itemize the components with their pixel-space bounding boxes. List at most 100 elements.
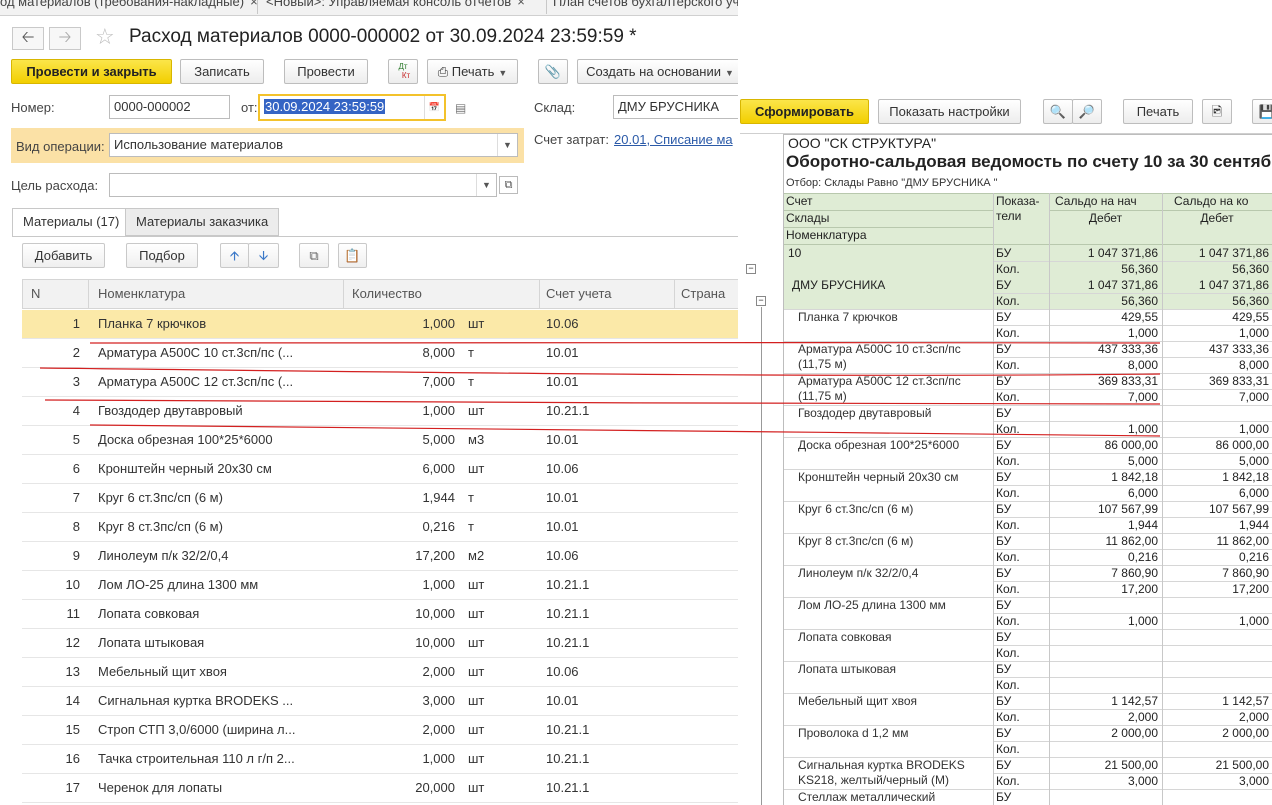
search-next-button[interactable]: 🔎 <box>1072 99 1102 124</box>
post-and-close-button[interactable]: Провести и закрыть <box>11 59 172 84</box>
save-report-button[interactable]: 💾 <box>1252 99 1272 124</box>
col-account-header[interactable]: Счет учета <box>539 280 674 309</box>
kol-label: Кол. <box>996 518 1020 532</box>
chevron-down-icon[interactable]: ▼ <box>476 174 496 196</box>
chevron-down-icon[interactable]: ▼ <box>497 134 517 156</box>
col-name-header[interactable]: Номенклатура <box>88 280 343 309</box>
col-country-header[interactable]: Страна <box>674 280 738 309</box>
pick-button[interactable]: Подбор <box>126 243 198 268</box>
forward-button[interactable]: 🡢 <box>49 27 81 50</box>
tab-customer-materials[interactable]: Материалы заказчика <box>125 208 280 236</box>
number-field[interactable]: 0000-000002 <box>109 95 230 119</box>
close-icon[interactable]: × <box>517 0 525 9</box>
col-n-header[interactable]: N <box>22 280 88 309</box>
move-down-button[interactable]: 🡫 <box>248 243 279 268</box>
tab-materials[interactable]: Материалы (17) <box>12 208 131 237</box>
purpose-field[interactable]: ▼ <box>109 173 497 197</box>
collapse-icon[interactable]: − <box>756 296 766 306</box>
table-row[interactable]: 12 Лопата штыковая 10,000 шт 10.21.1 <box>22 629 738 658</box>
row-number: 11 <box>66 606 81 621</box>
table-row[interactable]: 13 Мебельный щит хвоя 2,000 шт 10.06 <box>22 658 738 687</box>
row-quantity: 0,216 <box>422 519 455 534</box>
table-row[interactable]: 10 Лом ЛО-25 длина 1300 мм 1,000 шт 10.21.1 <box>22 571 738 600</box>
table-row[interactable]: 16 Тачка строительная 110 л г/п 2... 1,000… <box>22 745 738 774</box>
tab-chart-of-accounts[interactable]: План счетов бухгалтерского уч <box>549 0 738 14</box>
cost-account-link[interactable]: 20.01, Списание ма <box>614 132 733 147</box>
table-row[interactable]: 2 Арматура А500С 10 ст.3сп/пс (... 8,000 т 1… <box>22 339 738 368</box>
move-up-button[interactable]: 🡩 <box>220 243 249 268</box>
header-saldo-start: Сальдо на нач <box>1055 194 1137 208</box>
saldo-start-kol: 0,216 <box>1127 550 1158 564</box>
grid-line <box>1049 210 1272 211</box>
add-button[interactable]: Добавить <box>22 243 105 268</box>
table-row[interactable]: 4 Гвоздодер двутавровый 1,000 шт 10.21.1 <box>22 397 738 426</box>
table-row[interactable]: 1 Планка 7 крючков 1,000 шт 10.06 <box>22 310 738 339</box>
row-nomenclature: Мебельный щит хвоя <box>98 664 227 679</box>
saldo-end-kol: 2,000 <box>1238 710 1269 724</box>
row-unit: шт <box>468 403 485 418</box>
bu-label: БУ <box>996 534 1012 548</box>
copy-button[interactable]: ⧉ <box>299 243 329 268</box>
saldo-end-kol: 6,000 <box>1238 486 1269 500</box>
saldo-end-bu: 107 567,99 <box>1208 502 1269 516</box>
print-button[interactable]: ⎙ Печать ▼ <box>427 59 518 84</box>
search-button[interactable]: 🔍 <box>1043 99 1073 124</box>
table-row[interactable]: 9 Линолеум п/к 32/2/0,4 17,200 м2 10.06 <box>22 542 738 571</box>
table-row[interactable]: 5 Доска обрезная 100*25*6000 5,000 м3 10.01 <box>22 426 738 455</box>
close-icon[interactable]: × <box>250 0 257 9</box>
calendar-icon[interactable]: 📅 <box>424 96 444 119</box>
table-row[interactable]: 6 Кронштейн черный 20х30 см 6,000 шт 10.06 <box>22 455 738 484</box>
operation-type-select[interactable]: Использование материалов ▼ <box>109 133 518 157</box>
table-row[interactable]: 14 Сигнальная куртка BRODEKS ... 3,000 шт 10… <box>22 687 738 716</box>
row-unit: т <box>468 519 474 534</box>
tab-materials-expense[interactable]: од материалов (требования-накладные) × <box>0 0 258 14</box>
table-row[interactable]: 7 Круг 6 ст.3пс/сп (6 м) 1,944 т 10.01 <box>22 484 738 513</box>
kol-label: Кол. <box>996 486 1020 500</box>
show-settings-button[interactable]: Показать настройки <box>878 99 1021 124</box>
attach-button[interactable]: 📎 <box>538 59 568 84</box>
post-button[interactable]: Провести <box>284 59 368 84</box>
list-icon[interactable]: ▤ <box>455 101 466 115</box>
preview-button[interactable]: 🖻 <box>1202 99 1232 124</box>
table-row[interactable]: 8 Круг 8 ст.3пс/сп (6 м) 0,216 т 10.01 <box>22 513 738 542</box>
saldo-end-bu <box>1162 790 1269 805</box>
tab-report-console[interactable]: <Новый>: Управляемая консоль отчетов × <box>262 0 547 14</box>
date-field[interactable]: 30.09.2024 23:59:59 📅 <box>258 94 446 121</box>
favorite-star-icon[interactable]: ☆ <box>95 24 115 50</box>
back-button[interactable]: 🡠 <box>12 27 44 50</box>
grid-line <box>993 709 1272 710</box>
table-row[interactable]: 15 Строп СТП 3,0/6000 (ширина л... 2,000 шт… <box>22 716 738 745</box>
report-window: Сформировать Показать настройки 🔍 🔎 Печа… <box>738 0 1272 805</box>
row-account: 10.01 <box>546 432 579 447</box>
saldo-start-kol: 1,000 <box>1127 614 1158 628</box>
saldo-end-bu: 86 000,00 <box>1215 438 1269 452</box>
report-print-button[interactable]: Печать <box>1123 99 1193 124</box>
create-based-on-button[interactable]: Создать на основании ▼ <box>577 59 738 84</box>
collapse-icon[interactable]: − <box>746 264 756 274</box>
dt-kt-button[interactable]: Дт Кт <box>388 59 418 84</box>
row-account: 10.21.1 <box>546 722 590 737</box>
table-row[interactable]: 17 Черенок для лопаты 20,000 шт 10.21.1 <box>22 774 738 803</box>
table-row[interactable]: 3 Арматура А500С 12 ст.3сп/пс (... 7,000 т 1… <box>22 368 738 397</box>
copy-icon: ⧉ <box>309 248 319 263</box>
row-number: 8 <box>72 519 80 534</box>
saldo-end-kol: 1,000 <box>1238 614 1269 628</box>
row-account: 10.21.1 <box>546 780 590 795</box>
saldo-start-bu <box>1049 406 1158 421</box>
grid-line <box>993 293 1272 294</box>
generate-button[interactable]: Сформировать <box>740 99 869 124</box>
saldo-start-kol <box>1049 646 1158 661</box>
bu-label: БУ <box>996 598 1012 612</box>
col-qty-header[interactable]: Количество <box>343 280 468 309</box>
warehouse-field[interactable]: ДМУ БРУСНИКА <box>613 95 738 119</box>
saldo-start-bu: 369 833,31 <box>1097 374 1158 388</box>
paste-button[interactable]: 📋 <box>338 243 367 268</box>
report-row-name: Сигнальная куртка BRODEKS KS218, желтый/… <box>798 758 965 787</box>
report-row-name: Доска обрезная 100*25*6000 <box>798 438 960 452</box>
open-icon[interactable]: ⧉ <box>499 176 518 194</box>
row-account: 10.01 <box>546 374 579 389</box>
saldo-start-kol: 17,200 <box>1121 582 1158 596</box>
table-row[interactable]: 11 Лопата совковая 10,000 шт 10.21.1 <box>22 600 738 629</box>
save-button[interactable]: Записать <box>180 59 264 84</box>
row-quantity: 1,000 <box>422 751 455 766</box>
